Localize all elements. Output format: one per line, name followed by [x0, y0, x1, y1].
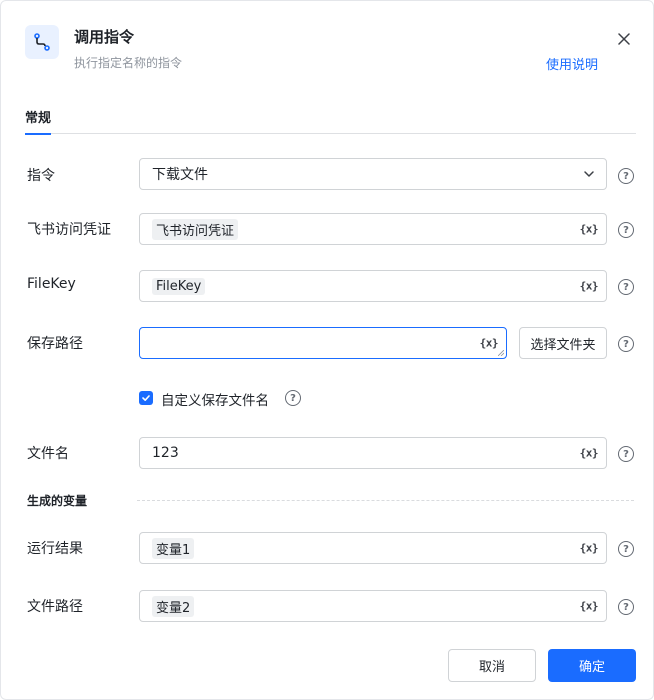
credential-label: 飞书访问凭证 — [27, 222, 111, 238]
variable-icon[interactable]: {x} — [580, 447, 599, 460]
dialog-subtitle: 执行指定名称的指令 — [74, 56, 183, 70]
tab-bar: 常规 — [25, 101, 636, 135]
run-result-input[interactable]: 变量1 {x} — [139, 532, 607, 564]
run-result-label: 运行结果 — [27, 541, 83, 557]
file-name-label: 文件名 — [27, 446, 69, 462]
file-name-value: 123 — [152, 445, 179, 461]
command-value: 下载文件 — [152, 167, 208, 183]
custom-filename-checkbox[interactable] — [139, 391, 153, 405]
flow-icon — [25, 25, 59, 59]
generated-variables-title: 生成的变量 — [27, 494, 88, 508]
variable-icon[interactable]: {x} — [580, 542, 599, 555]
file-name-input[interactable]: 123 {x} — [139, 437, 607, 469]
filekey-input[interactable]: FileKey {x} — [139, 270, 607, 302]
help-icon[interactable]: ? — [618, 599, 634, 615]
variable-icon[interactable]: {x} — [480, 337, 499, 350]
usage-help-link[interactable]: 使用说明 — [546, 54, 598, 73]
save-path-label: 保存路径 — [27, 336, 83, 352]
save-path-input[interactable]: {x} — [139, 327, 507, 359]
credential-input[interactable]: 飞书访问凭证 {x} — [139, 213, 607, 245]
help-icon[interactable]: ? — [618, 222, 634, 238]
help-icon[interactable]: ? — [618, 336, 634, 352]
variable-icon[interactable]: {x} — [580, 223, 599, 236]
help-icon[interactable]: ? — [618, 168, 634, 184]
variable-icon[interactable]: {x} — [580, 280, 599, 293]
file-path-label: 文件路径 — [27, 599, 83, 615]
help-icon[interactable]: ? — [618, 541, 634, 557]
close-icon — [618, 33, 630, 45]
command-dialog: 调用指令 执行指定名称的指令 使用说明 常规 指令 下载文件 ? 飞书访问凭证 … — [0, 0, 654, 700]
run-result-variable-chip: 变量1 — [152, 537, 195, 559]
custom-filename-label[interactable]: 自定义保存文件名 — [161, 389, 269, 409]
file-path-input[interactable]: 变量2 {x} — [139, 590, 607, 622]
file-path-variable-chip: 变量2 — [152, 595, 195, 617]
check-icon — [142, 395, 150, 401]
help-icon[interactable]: ? — [618, 446, 634, 462]
tab-general[interactable]: 常规 — [25, 107, 52, 135]
filekey-variable-chip: FileKey — [152, 277, 206, 295]
credential-variable-chip: 飞书访问凭证 — [152, 218, 239, 240]
close-button[interactable] — [613, 28, 635, 50]
resize-grip-icon[interactable] — [498, 350, 504, 356]
cancel-button[interactable]: 取消 — [448, 649, 536, 682]
filekey-label: FileKey — [27, 276, 76, 292]
command-select[interactable]: 下载文件 — [139, 158, 607, 190]
command-label: 指令 — [27, 168, 55, 184]
confirm-button[interactable]: 确定 — [548, 649, 636, 682]
help-icon[interactable]: ? — [285, 390, 301, 406]
section-divider — [137, 500, 634, 501]
dialog-title: 调用指令 — [74, 28, 135, 46]
variable-icon[interactable]: {x} — [580, 600, 599, 613]
choose-folder-button[interactable]: 选择文件夹 — [519, 327, 607, 359]
chevron-down-icon — [584, 171, 594, 177]
help-icon[interactable]: ? — [618, 279, 634, 295]
